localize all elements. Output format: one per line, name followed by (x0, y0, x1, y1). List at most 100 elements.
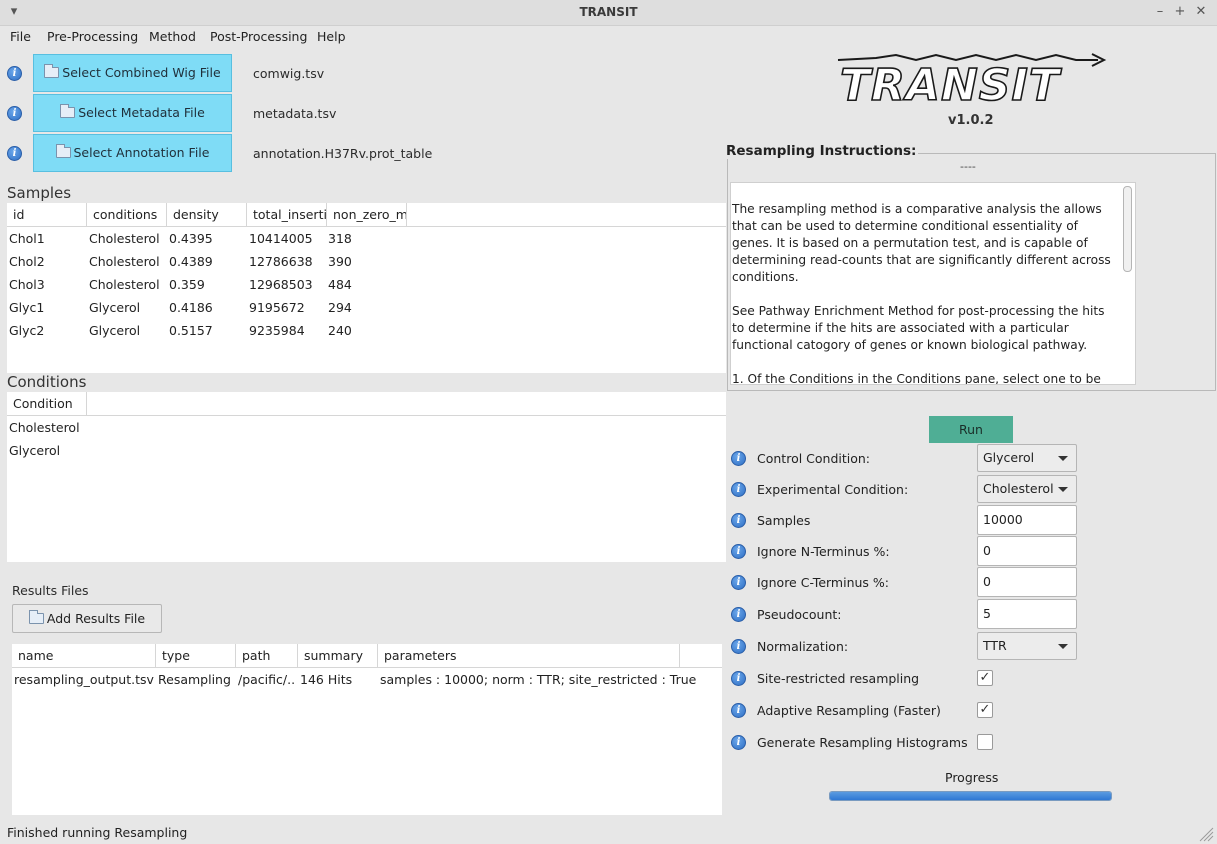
control-condition-label: Control Condition: (757, 451, 871, 466)
column-header[interactable]: total_insertio (247, 203, 327, 227)
annotation-path: annotation.H37Rv.prot_table (253, 146, 433, 161)
pseudocount-input[interactable]: 5 (977, 599, 1077, 629)
info-icon[interactable]: i (731, 639, 746, 654)
table-cell: /pacific/... (238, 672, 296, 687)
add-results-file-button[interactable]: Add Results File (12, 604, 162, 633)
metadata-path: metadata.tsv (253, 106, 337, 121)
table-cell: Cholesterol (9, 420, 80, 435)
table-row[interactable]: Chol2 Cholesterol 0.4389 12786638 390 (7, 250, 726, 273)
info-icon[interactable]: i (731, 703, 746, 718)
info-icon[interactable]: i (7, 106, 22, 121)
ignore-n-terminus-input[interactable]: 0 (977, 536, 1077, 566)
combined-wig-path: comwig.tsv (253, 66, 325, 81)
table-cell: Chol1 (9, 231, 45, 246)
adaptive-resampling-label: Adaptive Resampling (Faster) (757, 703, 941, 718)
folder-icon (28, 610, 44, 624)
column-header[interactable]: non_zero_me (327, 203, 407, 227)
table-row[interactable]: Chol1 Cholesterol 0.4395 10414005 318 (7, 227, 726, 250)
column-header[interactable]: path (236, 644, 298, 668)
progress-fill (830, 792, 1111, 800)
instructions-separator: ---- (960, 160, 976, 173)
results-table[interactable]: name type path summary parameters resamp… (12, 644, 722, 815)
info-icon[interactable]: i (731, 671, 746, 686)
samples-table[interactable]: id conditions density total_insertio non… (7, 203, 726, 373)
table-row[interactable]: Glyc2 Glycerol 0.5157 9235984 240 (7, 319, 726, 342)
folder-icon (55, 144, 71, 158)
run-button[interactable]: Run (929, 416, 1013, 443)
table-row[interactable]: Glycerol (7, 439, 726, 462)
table-cell: Glycerol (89, 323, 141, 338)
version-label: v1.0.2 (948, 113, 994, 128)
transit-logo: TRANSIT (837, 53, 1107, 104)
table-cell: Glycerol (9, 443, 61, 458)
table-row[interactable]: resampling_output.tsv Resampling /pacifi… (12, 668, 722, 691)
info-icon[interactable]: i (7, 66, 22, 81)
generate-histograms-checkbox[interactable] (977, 734, 993, 750)
info-icon[interactable]: i (731, 513, 746, 528)
conditions-table-header: Condition (7, 392, 726, 416)
column-header[interactable]: conditions (87, 203, 167, 227)
table-cell: Cholesterol (89, 277, 160, 292)
minimize-icon[interactable]: – (1152, 4, 1168, 20)
select-combined-wig-button[interactable]: Select Combined Wig File (33, 54, 232, 92)
column-header[interactable]: parameters (378, 644, 680, 668)
menu-file[interactable]: File (10, 29, 31, 44)
table-cell: Glycerol (89, 300, 141, 315)
normalization-dropdown[interactable]: TTR (977, 632, 1077, 660)
info-icon[interactable]: i (731, 575, 746, 590)
table-cell: 318 (328, 231, 352, 246)
info-icon[interactable]: i (731, 735, 746, 750)
progress-bar (829, 791, 1112, 801)
experimental-condition-dropdown[interactable]: Cholesterol (977, 475, 1077, 503)
instructions-paragraph: See Pathway Enrichment Method for post-p… (732, 304, 1105, 352)
adaptive-resampling-checkbox[interactable]: ✓ (977, 702, 993, 718)
maximize-icon[interactable]: + (1172, 4, 1188, 20)
window-title: TRANSIT (579, 5, 638, 19)
column-header[interactable]: Condition (7, 392, 87, 416)
ignore-c-terminus-input[interactable]: 0 (977, 567, 1077, 597)
table-cell: Chol2 (9, 254, 45, 269)
table-cell: 0.359 (169, 277, 205, 292)
table-cell: 484 (328, 277, 352, 292)
table-cell: 0.4186 (169, 300, 213, 315)
menu-help[interactable]: Help (317, 29, 346, 44)
column-header[interactable]: type (156, 644, 236, 668)
instructions-scrollbar[interactable] (1123, 186, 1132, 272)
menu-method[interactable]: Method (149, 29, 196, 44)
logo-text: TRANSIT (840, 60, 1062, 104)
close-icon[interactable]: ✕ (1193, 4, 1209, 20)
table-row[interactable]: Glyc1 Glycerol 0.4186 9195672 294 (7, 296, 726, 319)
select-annotation-button[interactable]: Select Annotation File (33, 134, 232, 172)
table-cell: 240 (328, 323, 352, 338)
table-cell: Cholesterol (89, 254, 160, 269)
table-cell: Glyc1 (9, 300, 45, 315)
progress-label: Progress (945, 770, 999, 785)
info-icon[interactable]: i (7, 146, 22, 161)
instructions-text-area[interactable]: The resampling method is a comparative a… (730, 182, 1136, 385)
folder-icon (44, 64, 60, 78)
info-icon[interactable]: i (731, 451, 746, 466)
column-header[interactable]: name (12, 644, 156, 668)
column-header[interactable]: id (7, 203, 87, 227)
control-condition-dropdown[interactable]: Glycerol (977, 444, 1077, 472)
table-row[interactable]: Chol3 Cholesterol 0.359 12968503 484 (7, 273, 726, 296)
samples-input[interactable]: 10000 (977, 505, 1077, 535)
info-icon[interactable]: i (731, 482, 746, 497)
resize-grip-icon[interactable] (1196, 824, 1214, 842)
title-bar: ▾ TRANSIT – + ✕ (0, 0, 1217, 26)
table-row[interactable]: Cholesterol (7, 416, 726, 439)
instructions-paragraph: The resampling method is a comparative a… (732, 202, 1111, 284)
menu-post-processing[interactable]: Post-Processing (210, 29, 307, 44)
site-restricted-checkbox[interactable]: ✓ (977, 670, 993, 686)
info-icon[interactable]: i (731, 544, 746, 559)
column-header[interactable]: summary (298, 644, 378, 668)
status-bar-text: Finished running Resampling (7, 825, 188, 840)
menu-pre-processing[interactable]: Pre-Processing (47, 29, 138, 44)
table-cell: Cholesterol (89, 231, 160, 246)
chevron-down-icon (1058, 456, 1068, 461)
info-icon[interactable]: i (731, 607, 746, 622)
conditions-table[interactable]: Condition Cholesterol Glycerol (7, 392, 726, 562)
table-cell: resampling_output.tsv (14, 672, 154, 687)
column-header[interactable]: density (167, 203, 247, 227)
select-metadata-button[interactable]: Select Metadata File (33, 94, 232, 132)
